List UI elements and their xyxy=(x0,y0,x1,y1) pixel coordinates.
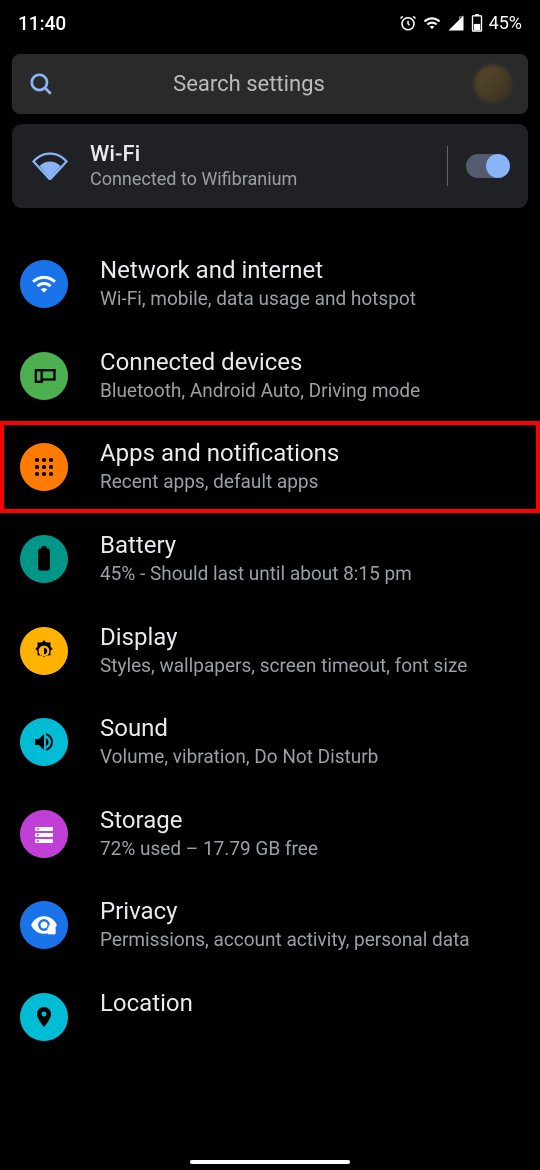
setting-title: Sound xyxy=(100,714,520,742)
volume-icon xyxy=(20,718,68,766)
wifi-card[interactable]: Wi-Fi Connected to Wifibranium xyxy=(12,124,528,208)
setting-item-apps-and-notifications[interactable]: Apps and notificationsRecent apps, defau… xyxy=(0,421,540,513)
setting-title: Network and internet xyxy=(100,256,520,284)
devices-icon xyxy=(20,352,68,400)
setting-title: Connected devices xyxy=(100,348,520,376)
signal-icon: R xyxy=(447,14,465,32)
setting-item-sound[interactable]: SoundVolume, vibration, Do Not Disturb xyxy=(0,696,540,788)
wifi-status-icon xyxy=(423,14,441,32)
setting-item-location[interactable]: Location xyxy=(0,971,540,1059)
location-icon xyxy=(20,993,68,1041)
setting-item-storage[interactable]: Storage72% used – 17.79 GB free xyxy=(0,788,540,880)
setting-item-display[interactable]: DisplayStyles, wallpapers, screen timeou… xyxy=(0,605,540,697)
status-bar: 11:40 R 45% xyxy=(0,0,540,44)
wifi-title: Wi-Fi xyxy=(90,142,429,167)
profile-avatar[interactable] xyxy=(474,65,512,103)
setting-title: Privacy xyxy=(100,897,520,925)
setting-subtitle: Bluetooth, Android Auto, Driving mode xyxy=(100,378,520,404)
brightness-icon xyxy=(20,627,68,675)
wifi-icon xyxy=(20,260,68,308)
battery-percent: 45% xyxy=(489,13,522,34)
privacy-eye-icon xyxy=(20,901,68,949)
setting-subtitle: 45% - Should last until about 8:15 pm xyxy=(100,561,520,587)
setting-title: Battery xyxy=(100,531,520,559)
setting-subtitle: Permissions, account activity, personal … xyxy=(100,927,520,953)
setting-item-privacy[interactable]: PrivacyPermissions, account activity, pe… xyxy=(0,879,540,971)
storage-icon xyxy=(20,810,68,858)
setting-title: Apps and notifications xyxy=(100,439,520,467)
status-icons: R 45% xyxy=(399,13,522,34)
search-placeholder: Search settings xyxy=(24,72,474,97)
nav-handle[interactable] xyxy=(190,1160,350,1164)
setting-item-battery[interactable]: Battery45% - Should last until about 8:1… xyxy=(0,513,540,605)
setting-title: Location xyxy=(100,989,520,1017)
battery-icon xyxy=(471,14,483,32)
setting-subtitle: Styles, wallpapers, screen timeout, font… xyxy=(100,653,520,679)
divider xyxy=(447,146,448,186)
setting-subtitle: Recent apps, default apps xyxy=(100,469,520,495)
search-bar[interactable]: Search settings xyxy=(12,54,528,114)
clock: 11:40 xyxy=(18,12,66,35)
setting-title: Storage xyxy=(100,806,520,834)
wifi-icon xyxy=(32,152,72,180)
settings-list: Network and internetWi-Fi, mobile, data … xyxy=(0,218,540,1079)
setting-title: Display xyxy=(100,623,520,651)
wifi-toggle[interactable] xyxy=(466,154,508,178)
setting-subtitle: 72% used – 17.79 GB free xyxy=(100,836,520,862)
apps-grid-icon xyxy=(20,443,68,491)
setting-item-network-and-internet[interactable]: Network and internetWi-Fi, mobile, data … xyxy=(0,238,540,330)
wifi-subtitle: Connected to Wifibranium xyxy=(90,169,429,190)
battery-icon xyxy=(20,535,68,583)
setting-item-connected-devices[interactable]: Connected devicesBluetooth, Android Auto… xyxy=(0,330,540,422)
alarm-icon xyxy=(399,14,417,32)
setting-subtitle: Volume, vibration, Do Not Disturb xyxy=(100,744,520,770)
setting-subtitle: Wi-Fi, mobile, data usage and hotspot xyxy=(100,286,520,312)
svg-text:R: R xyxy=(459,16,463,23)
